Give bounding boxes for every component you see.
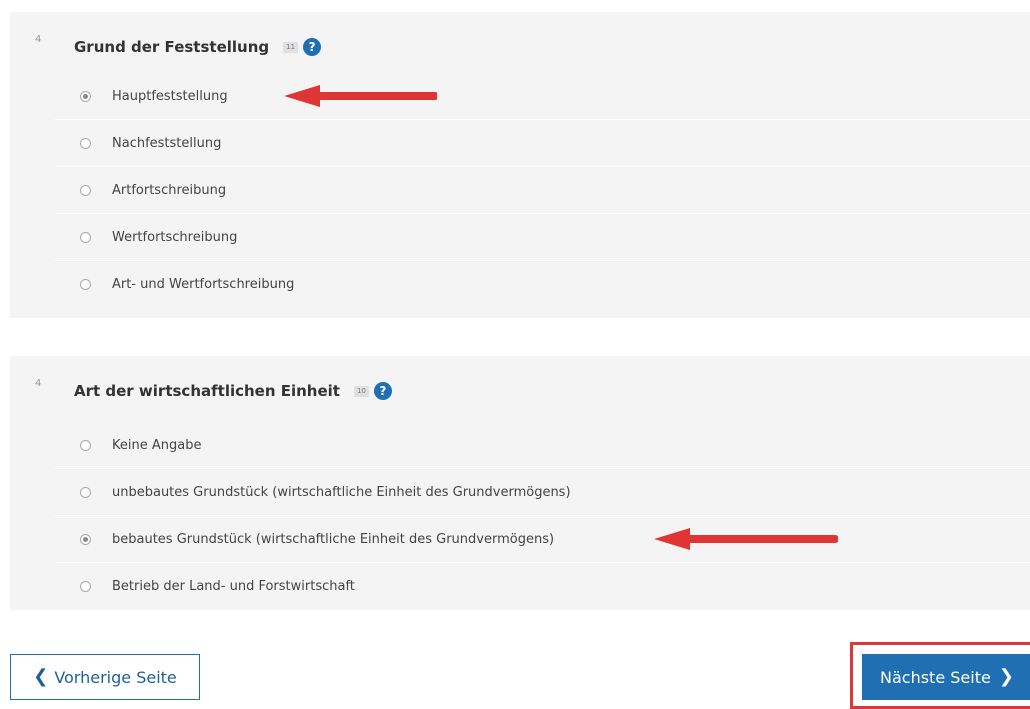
radio-button[interactable] xyxy=(80,486,91,498)
field-number-badge: 11 xyxy=(283,41,299,53)
radio-group: Hauptfeststellung Nachfeststellung Artfo… xyxy=(55,73,1030,307)
radio-button[interactable] xyxy=(80,278,91,290)
option-label[interactable]: Betrieb der Land- und Forstwirtschaft xyxy=(112,579,355,594)
chevron-left-icon: ❮ xyxy=(33,666,49,687)
option-label[interactable]: Artfortschreibung xyxy=(112,183,226,198)
option-label[interactable]: Hauptfeststellung xyxy=(112,89,228,104)
radio-option-keine-angabe[interactable]: Keine Angabe xyxy=(55,422,1030,468)
help-icon[interactable]: ? xyxy=(373,382,392,400)
option-label[interactable]: bebautes Grundstück (wirtschaftliche Ein… xyxy=(112,532,554,547)
next-page-label: Nächste Seite xyxy=(880,667,991,687)
section-grund-der-feststellung: 4 Grund der Feststellung 11 ? Hauptfests… xyxy=(10,12,1030,318)
radio-button-checked[interactable] xyxy=(80,90,91,102)
radio-option-art-und-wertfortschreibung[interactable]: Art- und Wertfortschreibung xyxy=(55,260,1030,307)
section-number: 4 xyxy=(35,378,42,389)
radio-option-unbebautes-grundstueck[interactable]: unbebautes Grundstück (wirtschaftliche E… xyxy=(55,468,1030,515)
annotation-arrow-icon xyxy=(654,528,838,550)
radio-button[interactable] xyxy=(80,231,91,243)
annotation-arrow-icon xyxy=(284,85,437,107)
field-number-badge: 10 xyxy=(353,385,369,397)
section-title: Grund der Feststellung xyxy=(74,38,270,56)
radio-button-checked[interactable] xyxy=(80,533,91,545)
radio-option-bebautes-grundstueck[interactable]: bebautes Grundstück (wirtschaftliche Ein… xyxy=(55,515,1030,562)
radio-button[interactable] xyxy=(80,137,91,149)
radio-group: Keine Angabe unbebautes Grundstück (wirt… xyxy=(55,422,1030,609)
radio-button[interactable] xyxy=(80,439,91,451)
radio-option-artfortschreibung[interactable]: Artfortschreibung xyxy=(55,166,1030,213)
radio-option-land-und-forstwirtschaft[interactable]: Betrieb der Land- und Forstwirtschaft xyxy=(55,562,1030,609)
next-page-button[interactable]: Nächste Seite ❯ xyxy=(862,654,1030,700)
option-label[interactable]: unbebautes Grundstück (wirtschaftliche E… xyxy=(112,485,571,500)
radio-option-hauptfeststellung[interactable]: Hauptfeststellung xyxy=(55,73,1030,119)
previous-page-button[interactable]: ❮ Vorherige Seite xyxy=(10,654,200,700)
radio-button[interactable] xyxy=(80,184,91,196)
help-icon[interactable]: ? xyxy=(303,38,322,56)
section-header: Grund der Feststellung 11 ? xyxy=(74,34,322,60)
form-page: 4 Grund der Feststellung 11 ? Hauptfests… xyxy=(0,0,1030,709)
radio-option-nachfeststellung[interactable]: Nachfeststellung xyxy=(55,119,1030,166)
section-number: 4 xyxy=(35,34,42,45)
radio-button[interactable] xyxy=(80,580,91,592)
section-title: Art der wirtschaftlichen Einheit xyxy=(74,382,340,400)
section-header: Art der wirtschaftlichen Einheit 10 ? xyxy=(74,378,392,404)
option-label[interactable]: Keine Angabe xyxy=(112,438,201,453)
radio-option-wertfortschreibung[interactable]: Wertfortschreibung xyxy=(55,213,1030,260)
option-label[interactable]: Art- und Wertfortschreibung xyxy=(112,277,294,292)
section-art-der-wirtschaftlichen-einheit: 4 Art der wirtschaftlichen Einheit 10 ? … xyxy=(10,356,1030,610)
option-label[interactable]: Wertfortschreibung xyxy=(112,230,237,245)
chevron-right-icon: ❯ xyxy=(998,666,1014,687)
option-label[interactable]: Nachfeststellung xyxy=(112,136,221,151)
previous-page-label: Vorherige Seite xyxy=(54,667,177,687)
